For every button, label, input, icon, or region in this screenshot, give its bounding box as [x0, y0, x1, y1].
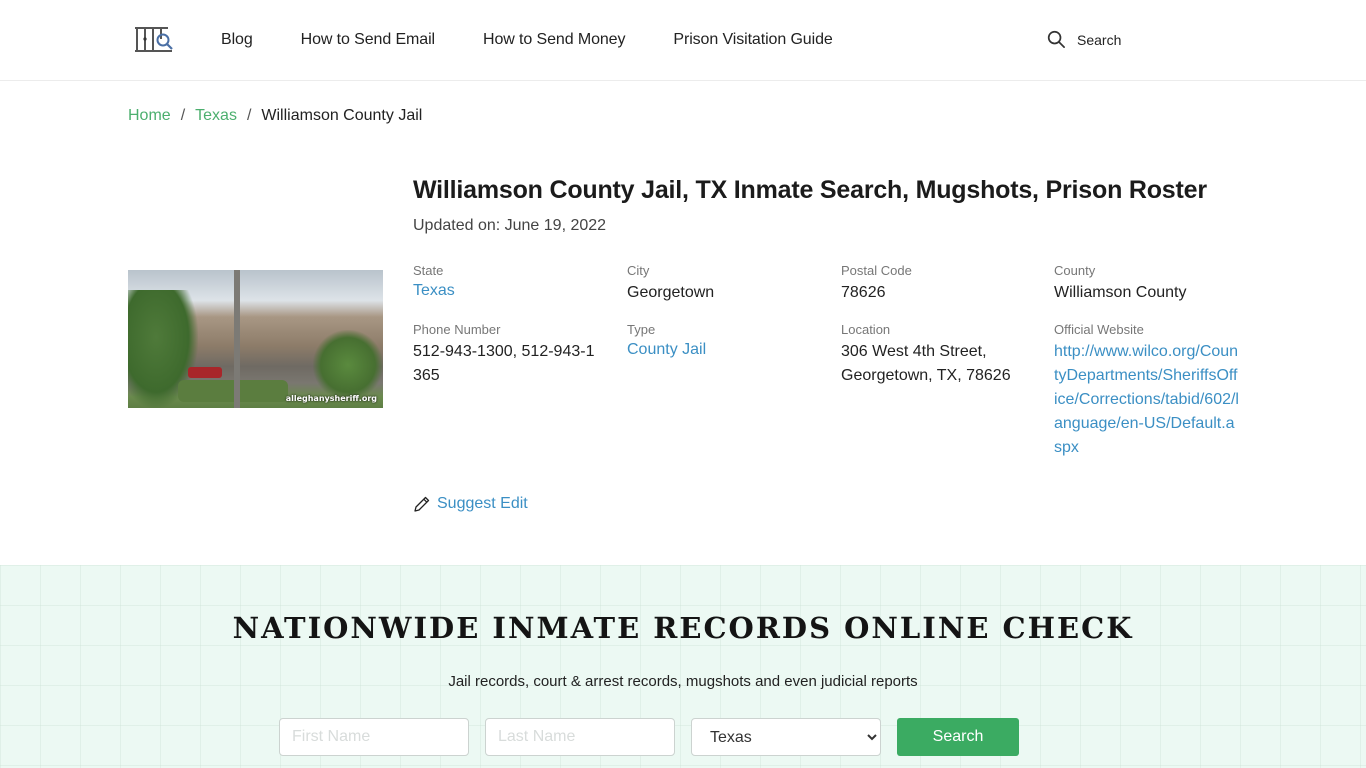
nav-blog[interactable]: Blog: [221, 30, 253, 50]
breadcrumb-separator: /: [180, 107, 186, 124]
info-label: City: [627, 263, 650, 278]
records-subtitle: Jail records, court & arrest records, mu…: [448, 673, 918, 690]
suggest-edit-label: Suggest Edit: [437, 495, 528, 512]
nav-how-to-send-email[interactable]: How to Send Email: [301, 30, 435, 50]
page-title: Williamson County Jail, TX Inmate Search…: [413, 176, 1207, 204]
main-nav: Blog How to Send Email How to Send Money…: [221, 30, 881, 50]
site-header: Blog How to Send Email How to Send Money…: [0, 0, 1366, 81]
breadcrumb-separator: /: [246, 107, 252, 124]
photo-pole: [234, 270, 240, 408]
info-label: County: [1054, 263, 1096, 278]
records-search-section: NATIONWIDE INMATE RECORDS ONLINE CHECK J…: [0, 565, 1366, 768]
pencil-icon: [414, 496, 430, 512]
breadcrumb: Home / Texas / Williamson County Jail: [128, 107, 422, 125]
records-search-button[interactable]: Search: [897, 718, 1019, 756]
header-search-button[interactable]: Search: [1047, 30, 1121, 49]
records-title: NATIONWIDE INMATE RECORDS ONLINE CHECK: [232, 611, 1134, 645]
info-label: Phone Number: [413, 322, 501, 337]
photo-trees: [313, 330, 383, 400]
breadcrumb-texas[interactable]: Texas: [195, 107, 237, 125]
site-logo[interactable]: [134, 26, 176, 54]
info-city: City Georgetown: [627, 263, 817, 305]
info-label: Postal Code: [841, 263, 912, 278]
first-name-input[interactable]: [279, 718, 469, 756]
nav-prison-visitation-guide[interactable]: Prison Visitation Guide: [673, 30, 832, 50]
info-county: County Williamson County: [1054, 263, 1244, 305]
info-phone: Phone Number 512-943-1300, 512-943-1365: [413, 322, 598, 388]
info-official-website: Official Website http://www.wilco.org/Co…: [1054, 322, 1240, 460]
info-value: Georgetown: [627, 284, 715, 301]
jail-bars-magnifier-icon: [135, 27, 173, 52]
info-state: State Texas: [413, 263, 603, 303]
breadcrumb-home[interactable]: Home: [128, 107, 171, 125]
photo-hedge: [178, 380, 288, 402]
facility-photo: alleghanysheriff.org: [128, 270, 383, 408]
info-postal-code: Postal Code 78626: [841, 263, 1031, 305]
info-label: Official Website: [1054, 322, 1144, 337]
info-label: Type: [627, 322, 656, 337]
breadcrumb-current: Williamson County Jail: [261, 107, 423, 124]
photo-watermark: alleghanysheriff.org: [285, 394, 377, 403]
state-select[interactable]: Texas: [691, 718, 881, 756]
last-name-input[interactable]: [485, 718, 675, 756]
info-value: 512-943-1300, 512-943-1365: [413, 343, 595, 384]
nav-how-to-send-money[interactable]: How to Send Money: [483, 30, 625, 50]
info-label: Location: [841, 322, 891, 337]
search-icon: [1047, 30, 1065, 48]
updated-date: Updated on: June 19, 2022: [413, 217, 607, 234]
info-value: 306 West 4th Street, Georgetown, TX, 786…: [841, 343, 1011, 384]
photo-car: [188, 367, 222, 378]
header-search-label: Search: [1077, 31, 1122, 48]
official-website-link[interactable]: http://www.wilco.org/CountyDepartments/S…: [1054, 340, 1240, 460]
info-label: State: [413, 263, 444, 278]
suggest-edit-button[interactable]: Suggest Edit: [413, 495, 528, 513]
info-type: Type County Jail: [627, 322, 817, 362]
records-search-form: Texas Search: [279, 718, 1019, 756]
info-value: 78626: [841, 284, 886, 301]
state-link[interactable]: Texas: [413, 282, 455, 299]
type-link[interactable]: County Jail: [627, 341, 706, 358]
info-value: Williamson County: [1054, 284, 1187, 301]
info-location: Location 306 West 4th Street, Georgetown…: [841, 322, 1021, 388]
